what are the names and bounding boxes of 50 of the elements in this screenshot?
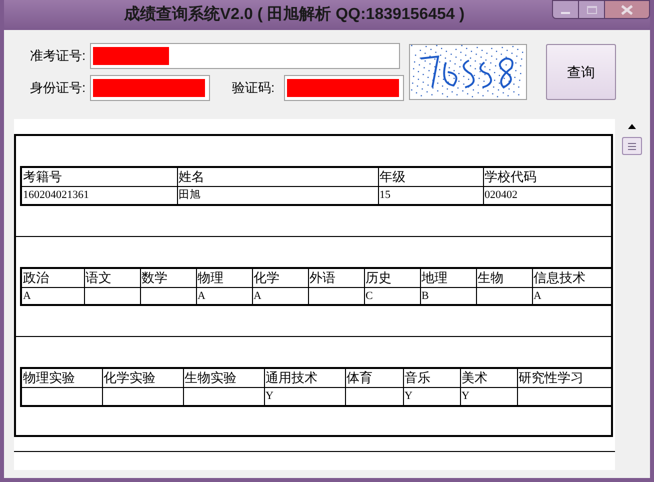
column-header: 生物 — [476, 268, 532, 287]
column-header: 研究性学习 — [517, 368, 612, 388]
column-header: 数学 — [140, 268, 196, 287]
column-header: 姓名 — [177, 167, 378, 186]
table-cell: 160204021361 — [23, 189, 89, 202]
table-cell: Y — [404, 390, 412, 402]
table-cell: B — [422, 290, 429, 302]
table-cell: Y — [462, 390, 470, 402]
column-header: 年级 — [378, 167, 483, 186]
column-header: 历史 — [364, 268, 420, 287]
field-label: 准考证号: — [30, 47, 87, 66]
table-cell: 020402 — [484, 189, 518, 202]
column-header: 政治 — [21, 268, 84, 287]
column-header: 外语 — [308, 268, 364, 287]
column-header: 语文 — [84, 268, 140, 287]
minimize-button[interactable] — [552, 0, 579, 19]
maximize-icon — [586, 6, 596, 14]
text-field[interactable] — [90, 43, 400, 69]
column-header: 美术 — [460, 368, 517, 388]
window-title: 成绩查询系统V2.0 ( 田旭解析 QQ:1839156454 ) — [122, 4, 465, 25]
column-header: 考籍号 — [21, 167, 177, 186]
maximize-button[interactable] — [579, 0, 605, 19]
column-header: 化学实验 — [102, 368, 183, 388]
text-field[interactable] — [90, 75, 210, 101]
column-header: 音乐 — [403, 368, 460, 388]
minimize-icon — [561, 12, 570, 14]
table-cell: A — [254, 290, 262, 302]
table-cell: 田旭 — [178, 189, 200, 202]
field-label: 身份证号: — [30, 79, 87, 98]
column-header: 体育 — [345, 368, 403, 388]
table-cell: 15 — [380, 189, 390, 202]
text-field[interactable] — [284, 75, 404, 101]
scroll-up-icon — [628, 124, 636, 129]
column-header: 生物实验 — [183, 368, 264, 388]
close-button[interactable] — [605, 0, 650, 19]
column-header: 物理实验 — [21, 368, 102, 388]
column-header: 化学 — [252, 268, 308, 287]
close-icon — [621, 4, 633, 14]
column-header: 通用技术 — [264, 368, 345, 388]
table-cell: Y — [266, 390, 274, 402]
table-cell: A — [23, 290, 31, 302]
scroll-thumb[interactable] — [622, 137, 642, 155]
column-header: 地理 — [420, 268, 476, 287]
column-header: 物理 — [196, 268, 252, 287]
query-button[interactable]: 查询 — [546, 44, 616, 100]
table-cell: A — [198, 290, 206, 302]
table-cell: A — [534, 290, 542, 302]
column-header: 学校代码 — [483, 167, 612, 186]
field-label: 验证码: — [232, 79, 276, 98]
table-cell: C — [366, 290, 373, 302]
